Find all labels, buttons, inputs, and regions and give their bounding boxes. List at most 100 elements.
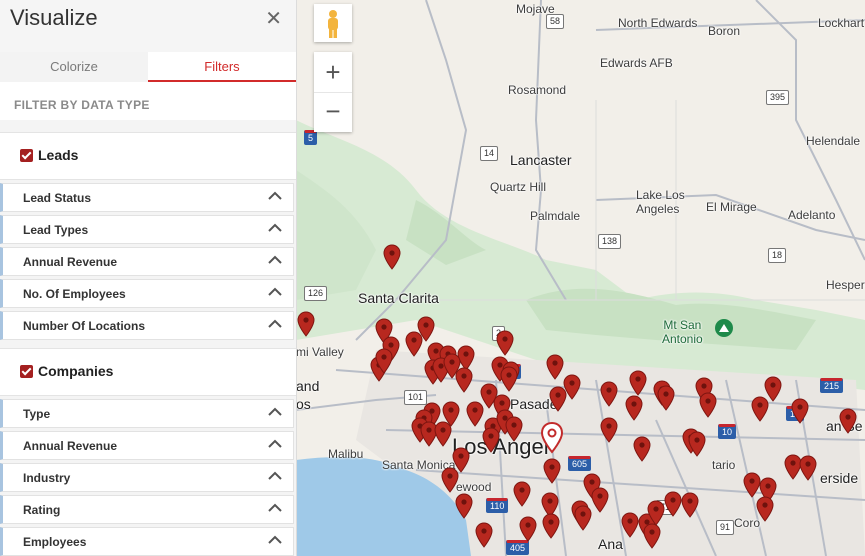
park-icon <box>715 319 733 337</box>
location-pin-icon[interactable] <box>681 492 699 518</box>
map-base <box>296 0 865 556</box>
place-label: os <box>296 396 311 412</box>
chevron-up-icon <box>268 407 282 416</box>
filter-heading: FILTER BY DATA TYPE <box>14 98 150 112</box>
place-label: Lake Los Angeles <box>636 188 685 216</box>
chevron-up-icon <box>268 255 282 264</box>
filter-row-lead-types[interactable]: Lead Types <box>0 215 294 244</box>
zoom-in-button[interactable]: + <box>314 52 352 93</box>
place-label: Mt San Antonio <box>662 318 703 346</box>
map-view[interactable]: Mojave North Edwards Boron Lockhart Edwa… <box>296 0 865 556</box>
filter-row-industry[interactable]: Industry <box>0 463 294 492</box>
route-shield: 91 <box>716 520 735 535</box>
location-pin-icon[interactable] <box>756 496 774 522</box>
visualize-panel: Visualize ✕ Colorize Filters FILTER BY D… <box>0 0 297 556</box>
place-label: ewood <box>456 480 492 494</box>
location-pin-icon[interactable] <box>383 244 401 270</box>
filter-label: Industry <box>23 471 71 485</box>
location-pin-icon[interactable] <box>375 348 393 374</box>
route-shield: 110 <box>486 498 509 513</box>
filter-label: Annual Revenue <box>23 439 118 453</box>
location-pin-icon[interactable] <box>542 513 560 539</box>
location-pin-icon[interactable] <box>519 516 537 542</box>
pegman-icon <box>328 10 338 38</box>
chevron-up-icon <box>268 223 282 232</box>
location-pin-icon[interactable] <box>297 311 315 337</box>
route-shield: 10 <box>718 424 737 439</box>
place-label: El Mirage <box>706 200 757 214</box>
street-view-button[interactable] <box>314 4 352 42</box>
location-pin-icon[interactable] <box>839 408 857 434</box>
chevron-up-icon <box>268 191 282 200</box>
group-leads[interactable]: Leads <box>0 132 296 180</box>
location-pin-icon[interactable] <box>475 522 493 548</box>
group-companies[interactable]: Companies <box>0 348 296 396</box>
location-pin-icon[interactable] <box>600 381 618 407</box>
place-label: Adelanto <box>788 208 836 222</box>
companies-checkbox[interactable] <box>20 365 33 378</box>
place-label: Helendale <box>806 134 861 148</box>
filter-row-type[interactable]: Type <box>0 399 294 428</box>
close-icon[interactable]: ✕ <box>265 6 282 31</box>
place-label: Quartz Hill <box>490 180 547 194</box>
route-shield: 215 <box>820 378 844 393</box>
route-shield: 18 <box>768 248 787 263</box>
filter-row-lead-status[interactable]: Lead Status <box>0 183 294 212</box>
location-pin-icon[interactable] <box>549 386 567 412</box>
location-pin-icon[interactable] <box>513 481 531 507</box>
location-pin-icon[interactable] <box>505 416 523 442</box>
filter-row-number-of-locations[interactable]: Number Of Locations <box>0 311 294 340</box>
place-label: Palmdale <box>530 209 581 223</box>
place-label: Malibu <box>328 447 364 461</box>
place-label: North Edwards <box>618 16 698 30</box>
location-pin-icon[interactable] <box>664 491 682 517</box>
location-pin-icon[interactable] <box>455 367 473 393</box>
location-pin-icon[interactable] <box>688 431 706 457</box>
filter-row-employees[interactable]: Employees <box>0 527 294 556</box>
location-pin-icon[interactable] <box>643 523 661 549</box>
location-pin-icon[interactable] <box>799 455 817 481</box>
location-pin-icon[interactable] <box>574 505 592 531</box>
filter-row-no-of-employees[interactable]: No. Of Employees <box>0 279 294 308</box>
filter-label: No. Of Employees <box>23 287 126 301</box>
location-pin-icon[interactable] <box>546 354 564 380</box>
zoom-out-button[interactable]: − <box>314 93 352 133</box>
leads-checkbox[interactable] <box>20 149 33 162</box>
route-shield: 405 <box>506 540 530 555</box>
location-pin-icon[interactable] <box>543 458 561 484</box>
filter-row-annual-revenue[interactable]: Annual Revenue <box>0 247 294 276</box>
location-pin-icon[interactable] <box>625 395 643 421</box>
location-pin-icon[interactable] <box>496 330 514 356</box>
tab-filters[interactable]: Filters <box>148 52 296 82</box>
location-pin-icon[interactable] <box>621 512 639 538</box>
tab-colorize[interactable]: Colorize <box>0 52 148 82</box>
location-pin-icon[interactable] <box>600 417 618 443</box>
location-pin-icon[interactable] <box>633 436 651 462</box>
selected-location-pin-icon[interactable] <box>541 422 563 454</box>
filter-label: Employees <box>23 535 87 549</box>
location-pin-icon[interactable] <box>751 396 769 422</box>
location-pin-icon[interactable] <box>629 370 647 396</box>
filter-row-annual-revenue[interactable]: Annual Revenue <box>0 431 294 460</box>
chevron-up-icon <box>268 535 282 544</box>
route-shield: 126 <box>304 286 328 301</box>
chevron-up-icon <box>268 439 282 448</box>
location-pin-icon[interactable] <box>482 427 500 453</box>
location-pin-icon[interactable] <box>434 421 452 447</box>
chevron-up-icon <box>268 471 282 480</box>
location-pin-icon[interactable] <box>647 500 665 526</box>
filter-label: Annual Revenue <box>23 255 118 269</box>
filter-row-rating[interactable]: Rating <box>0 495 294 524</box>
chevron-up-icon <box>268 503 282 512</box>
location-pin-icon[interactable] <box>657 385 675 411</box>
location-pin-icon[interactable] <box>466 401 484 427</box>
location-pin-icon[interactable] <box>455 493 473 519</box>
place-label: Rosamond <box>508 83 567 97</box>
location-pin-icon[interactable] <box>405 331 423 357</box>
location-pin-icon[interactable] <box>699 392 717 418</box>
location-pin-icon[interactable] <box>500 366 518 392</box>
location-pin-icon[interactable] <box>441 467 459 493</box>
filter-label: Lead Types <box>23 223 89 237</box>
location-pin-icon[interactable] <box>791 398 809 424</box>
location-pin-icon[interactable] <box>591 487 609 513</box>
